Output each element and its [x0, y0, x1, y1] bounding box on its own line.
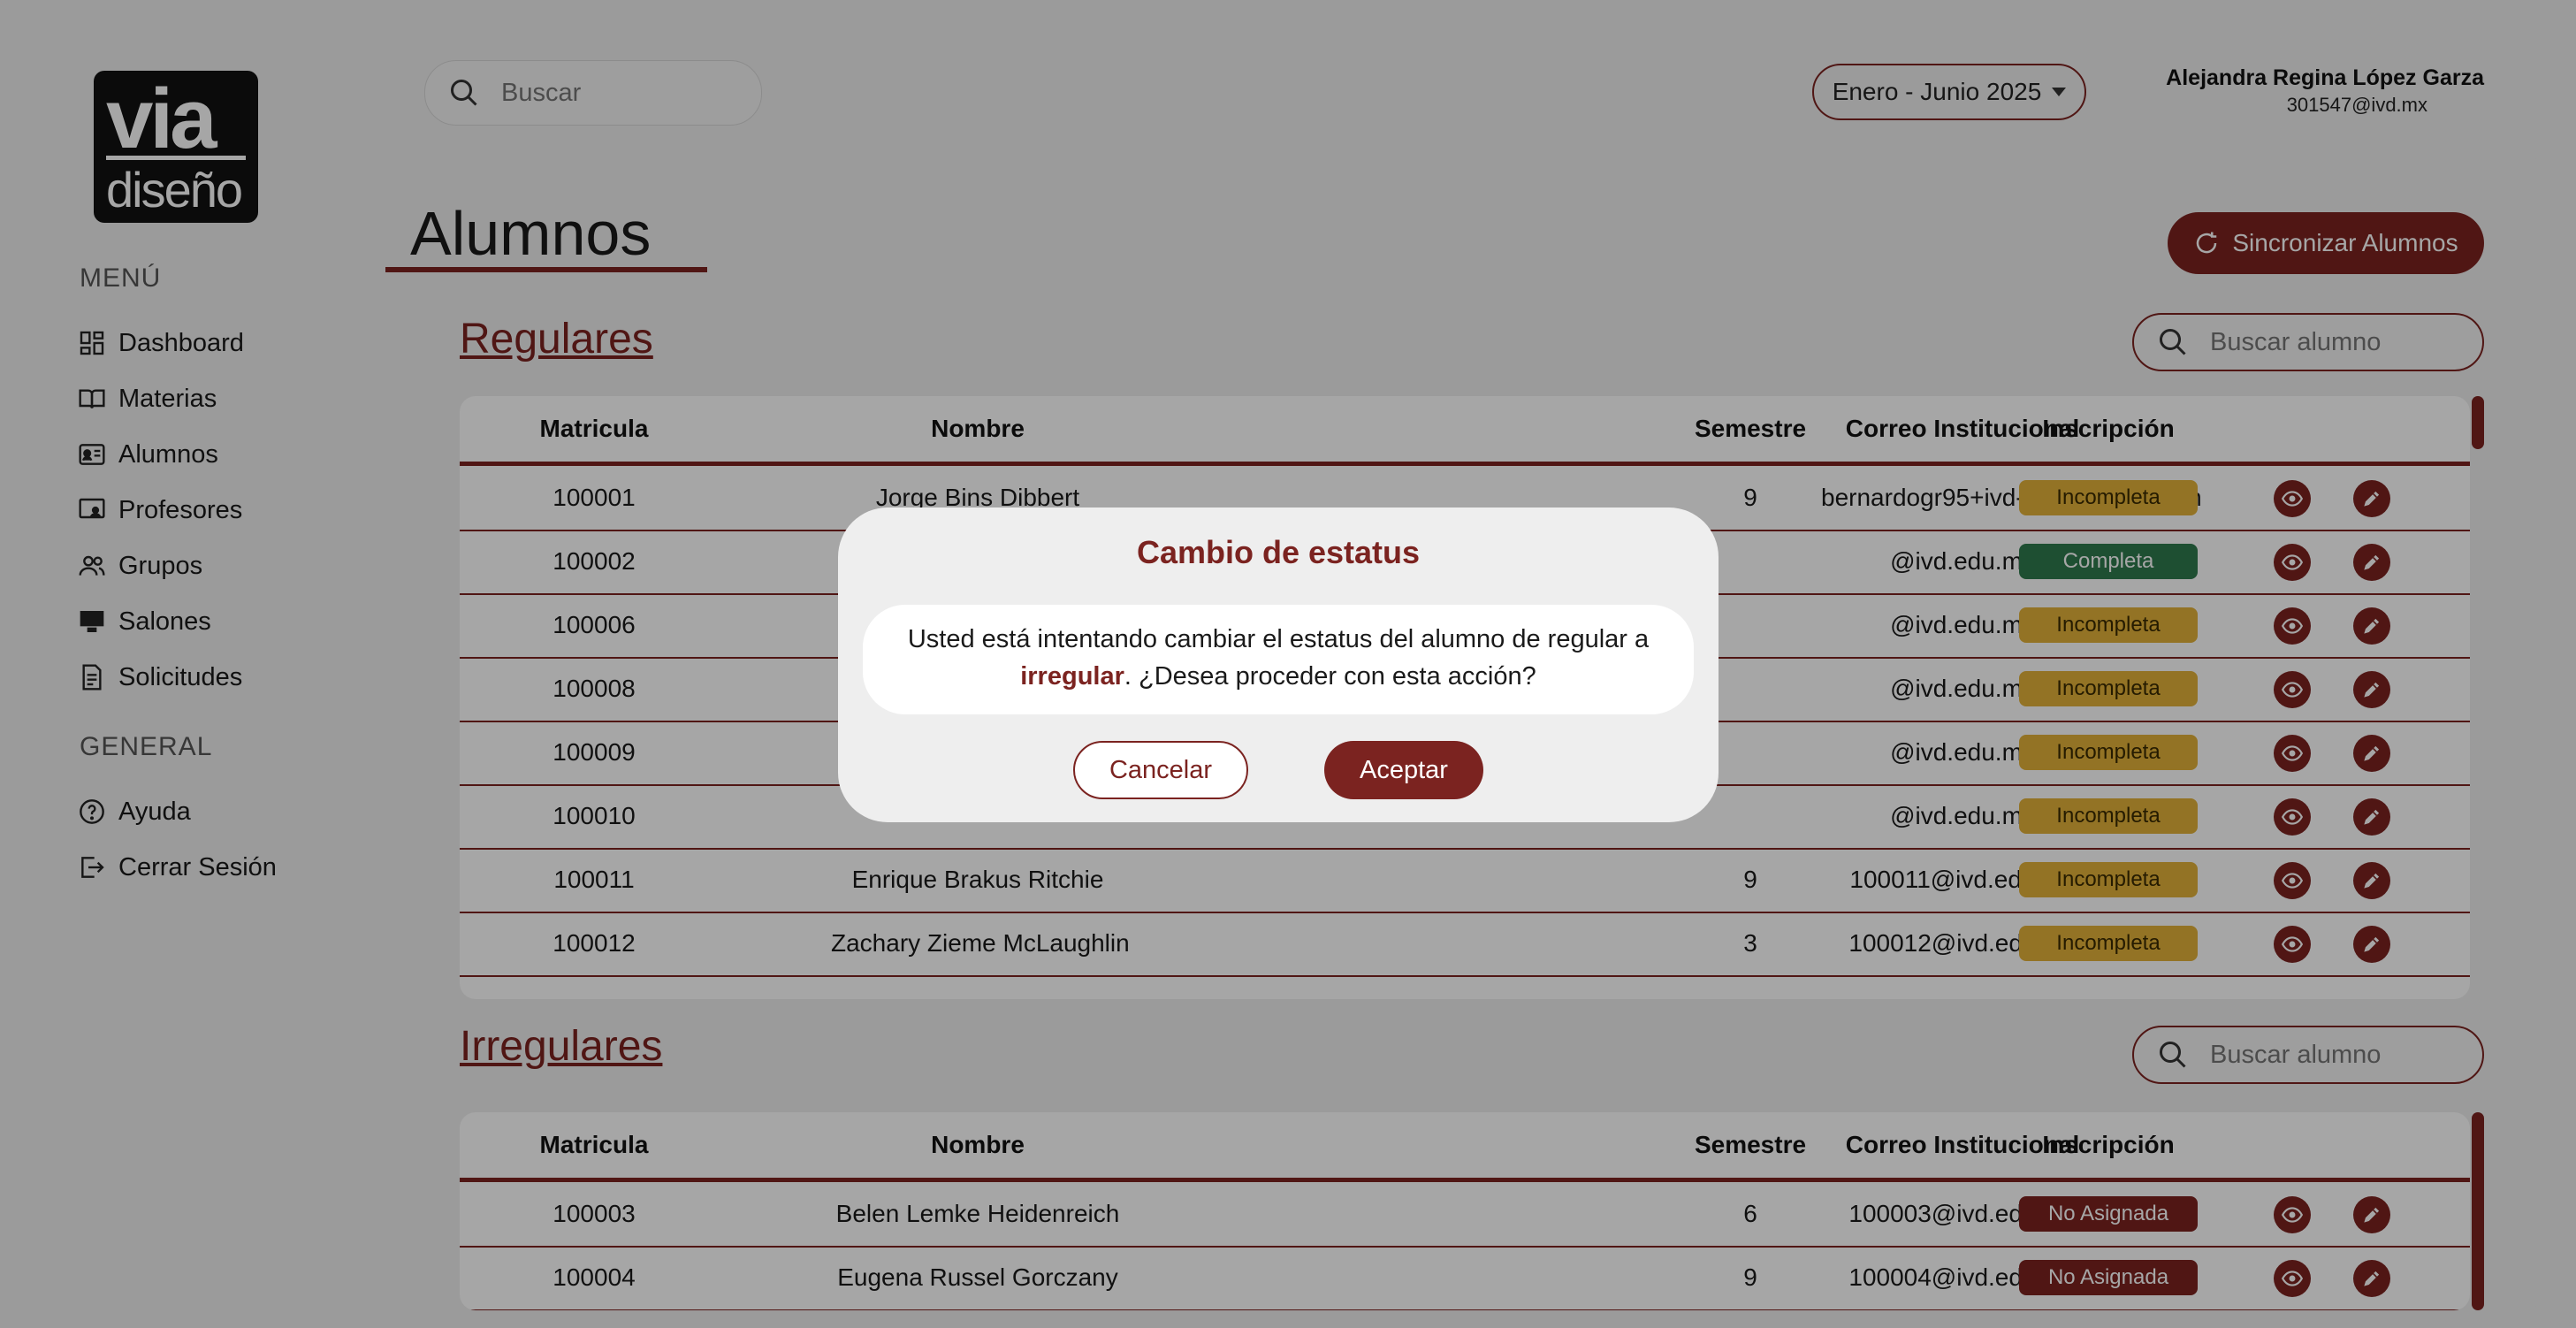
dialog-message-question: . ¿Desea proceder con esta acción?	[1124, 662, 1536, 691]
dialog-title: Cambio de estatus	[1136, 534, 1421, 570]
status-change-dialog: Cambio de estatus Usted está intentando …	[838, 508, 1719, 822]
dialog-message-text: Usted está intentando cambiar el estatus…	[907, 625, 1650, 653]
dialog-message: Usted está intentando cambiar el estatus…	[863, 605, 1694, 714]
dialog-message-status: irregular	[1020, 662, 1124, 691]
accept-button[interactable]: Aceptar	[1324, 741, 1483, 799]
cancel-button[interactable]: Cancelar	[1073, 741, 1248, 799]
